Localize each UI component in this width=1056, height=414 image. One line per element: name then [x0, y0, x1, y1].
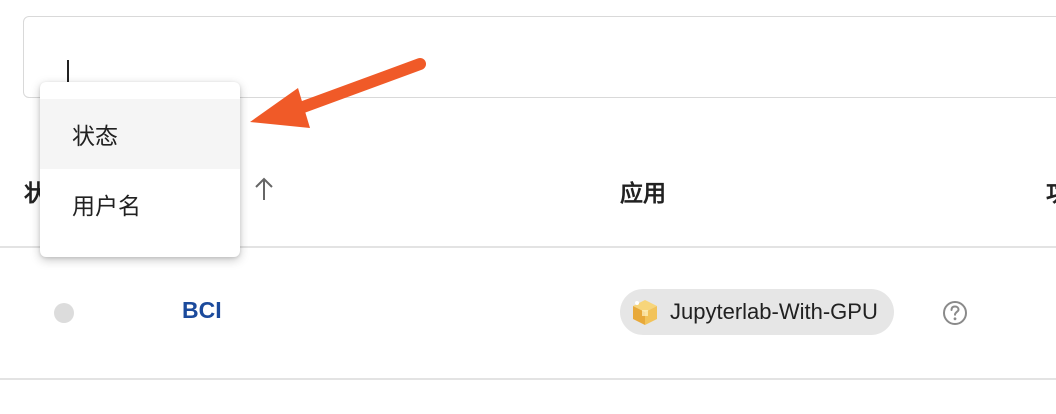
- column-header-clipped[interactable]: 功: [1046, 174, 1056, 208]
- app-name: Jupyterlab-With-GPU: [670, 299, 878, 324]
- arrow-up-icon[interactable]: [252, 176, 276, 202]
- package-box-icon: [633, 300, 657, 325]
- app-chip[interactable]: Jupyterlab-With-GPU: [620, 289, 894, 335]
- username-link[interactable]: BCI: [182, 297, 222, 324]
- column-header-app[interactable]: 应用: [620, 174, 666, 208]
- status-dot: [54, 303, 74, 323]
- page: 状态 应用 功 BCI Jupyterlab-With-GPU: [0, 0, 1056, 414]
- menu-item-status[interactable]: 状态: [40, 99, 240, 169]
- question-circle-icon[interactable]: [942, 300, 968, 326]
- menu-item-username[interactable]: 用户名: [40, 169, 240, 239]
- annotation-arrow-icon: [250, 58, 426, 128]
- filter-field-dropdown: 状态 用户名: [40, 82, 240, 257]
- table-row[interactable]: BCI Jupyterlab-With-GPU: [0, 248, 1056, 380]
